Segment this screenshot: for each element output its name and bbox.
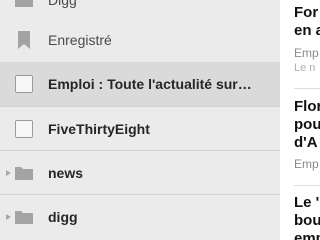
sidebar-item-saved[interactable]: Enregistré bbox=[0, 18, 280, 62]
article-title: Le ' bbox=[294, 194, 320, 211]
divider bbox=[294, 88, 320, 89]
sidebar-item-fivethirtyeight[interactable]: FiveThirtyEight bbox=[0, 107, 280, 151]
article-list: For en a Emp Le n Flor pou d'A Emp Le ' … bbox=[280, 0, 320, 240]
sidebar-item-label: Digg bbox=[48, 0, 77, 8]
sidebar-item-digg[interactable]: digg bbox=[0, 195, 280, 239]
sidebar-item-label: digg bbox=[48, 209, 78, 225]
article-item[interactable]: Le ' bou emp bbox=[294, 194, 320, 240]
sidebar-item-label: Emploi : Toute l'actualité sur… bbox=[48, 76, 252, 92]
article-title: d'A bbox=[294, 134, 318, 151]
disclosure-triangle-icon[interactable] bbox=[6, 214, 11, 220]
sidebar: Digg Enregistré Emploi : Toute l'actuali… bbox=[0, 0, 280, 240]
sidebar-item-label: Enregistré bbox=[48, 32, 112, 48]
article-title: emp bbox=[294, 230, 320, 240]
article-title: For bbox=[294, 4, 319, 21]
article-title: pou bbox=[294, 116, 320, 133]
article-source: Emp bbox=[294, 46, 319, 60]
divider bbox=[294, 185, 320, 186]
bookmark-icon bbox=[0, 30, 48, 50]
article-title: bou bbox=[294, 212, 320, 229]
sidebar-item-emploi[interactable]: Emploi : Toute l'actualité sur… bbox=[0, 62, 280, 106]
article-title: Flor bbox=[294, 98, 320, 115]
sidebar-item-label: news bbox=[48, 165, 84, 181]
feed-icon bbox=[0, 75, 48, 93]
folder-icon bbox=[0, 0, 48, 8]
article-title: en a bbox=[294, 22, 320, 39]
sidebar-item-label: FiveThirtyEight bbox=[48, 121, 150, 137]
sidebar-item-news[interactable]: news bbox=[0, 151, 280, 195]
disclosure-triangle-icon[interactable] bbox=[6, 170, 11, 176]
article-item[interactable]: For en a Emp Le n bbox=[294, 4, 320, 75]
feed-icon bbox=[0, 120, 48, 138]
article-meta: Le n bbox=[294, 62, 316, 74]
article-item[interactable]: Flor pou d'A Emp bbox=[294, 98, 320, 172]
article-source: Emp bbox=[294, 157, 319, 171]
